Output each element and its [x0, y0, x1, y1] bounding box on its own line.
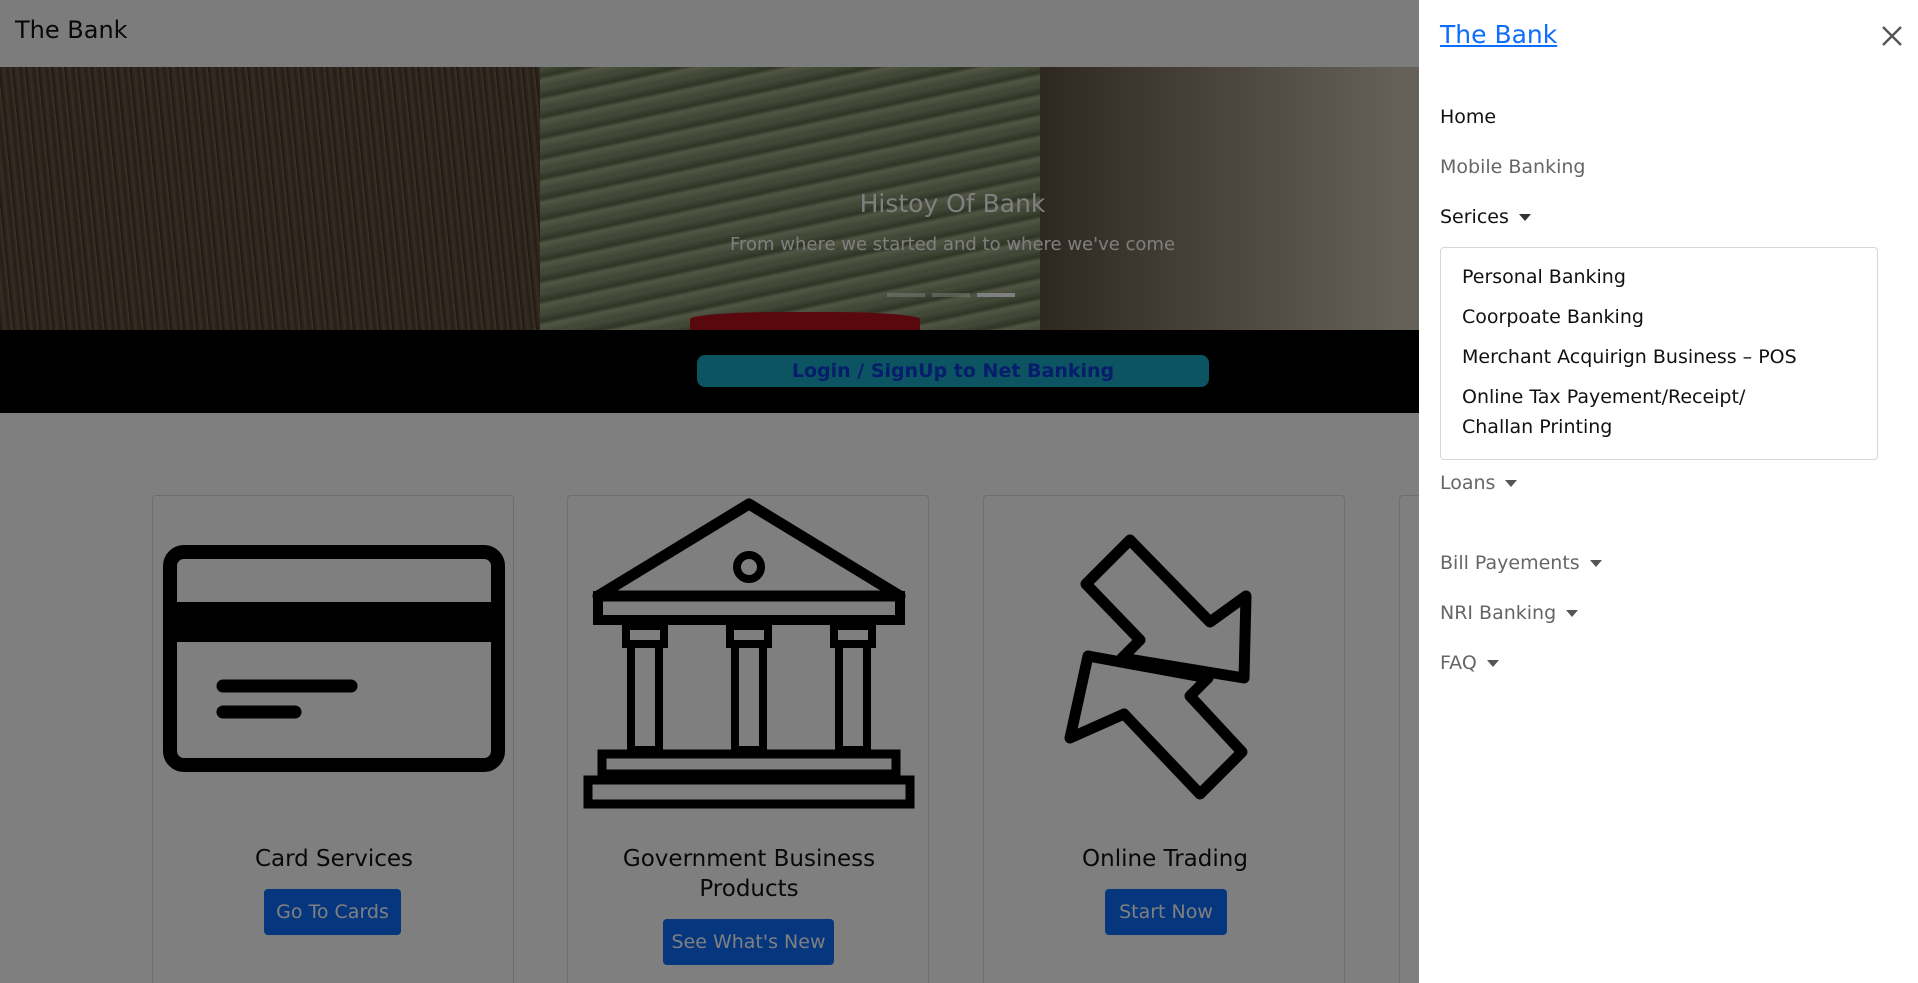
nav-nri-banking-dropdown[interactable]: NRI Banking — [1440, 602, 1579, 624]
online-tax-line-2: Challan Printing — [1462, 416, 1613, 438]
dropdown-item-corporate-banking[interactable]: Coorpoate Banking — [1462, 302, 1644, 332]
dropdown-item-personal-banking[interactable]: Personal Banking — [1462, 262, 1626, 292]
dropdown-item-online-tax[interactable]: Online Tax Payement/Receipt/ Challan Pri… — [1462, 382, 1745, 442]
nav-loans-dropdown[interactable]: Loans — [1440, 472, 1518, 494]
nav-mobile-banking[interactable]: Mobile Banking — [1440, 156, 1585, 178]
nav-bill-payments-dropdown[interactable]: Bill Payements — [1440, 552, 1602, 574]
nav-nri-banking-label: NRI Banking — [1440, 602, 1557, 624]
nav-home-label: Home — [1440, 106, 1497, 128]
close-icon[interactable] — [1874, 18, 1910, 54]
chevron-down-icon — [1589, 559, 1602, 567]
dropdown-item-merchant-pos[interactable]: Merchant Acquirign Business – POS — [1462, 342, 1797, 372]
nav-services-dropdown[interactable]: Serices — [1440, 206, 1531, 228]
nav-mobile-banking-label: Mobile Banking — [1440, 156, 1586, 178]
nav-home[interactable]: Home — [1440, 106, 1496, 128]
nav-services-label: Serices — [1440, 206, 1509, 228]
chevron-down-icon — [1486, 659, 1499, 667]
nav-loans-label: Loans — [1440, 472, 1496, 494]
nav-faq-dropdown[interactable]: FAQ — [1440, 652, 1499, 674]
chevron-down-icon — [1518, 213, 1531, 221]
nav-bill-payments-label: Bill Payements — [1440, 552, 1580, 574]
chevron-down-icon — [1505, 479, 1518, 487]
online-tax-line-1: Online Tax Payement/Receipt/ — [1462, 386, 1746, 408]
chevron-down-icon — [1566, 609, 1579, 617]
offcanvas-title[interactable]: The Bank — [1440, 20, 1557, 49]
services-dropdown-menu: Personal Banking Coorpoate Banking Merch… — [1440, 247, 1878, 460]
nav-faq-label: FAQ — [1440, 652, 1477, 674]
offcanvas-menu: The Bank Home Mobile Banking Serices Per… — [1419, 0, 1918, 983]
